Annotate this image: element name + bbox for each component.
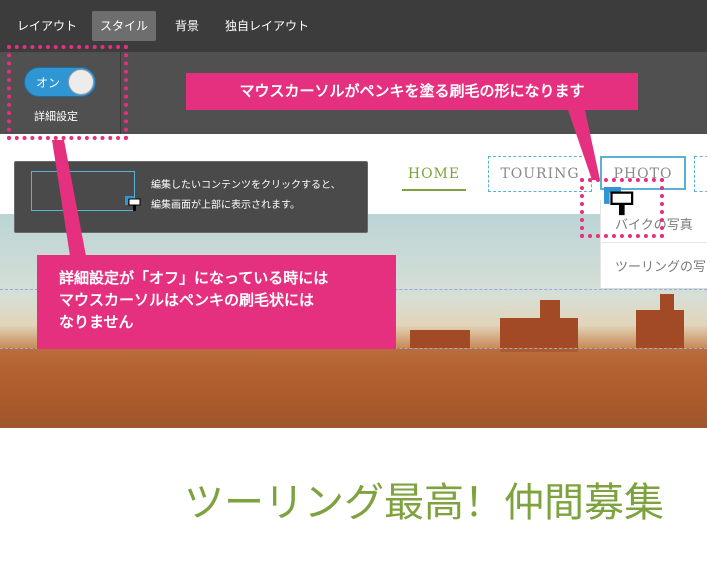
callout-advanced-off-line-2: マウスカーソルはペンキの刷毛状には: [59, 291, 315, 309]
pointer-top-callout: [568, 110, 600, 180]
callout-advanced-off-line-3: なりません: [59, 313, 134, 331]
callout-brush-cursor-text: マウスカーソルがペンキを塗る刷毛の形になります: [239, 82, 585, 100]
callout-advanced-off: 詳細設定が「オフ」になっている時には マウスカーソルはペンキの刷毛状には なりま…: [37, 255, 396, 349]
callout-brush-cursor: マウスカーソルがペンキを塗る刷毛の形になります: [186, 73, 638, 110]
pointer-left-callout: [52, 140, 86, 256]
callout-advanced-off-line-1: 詳細設定が「オフ」になっている時には: [59, 269, 329, 287]
